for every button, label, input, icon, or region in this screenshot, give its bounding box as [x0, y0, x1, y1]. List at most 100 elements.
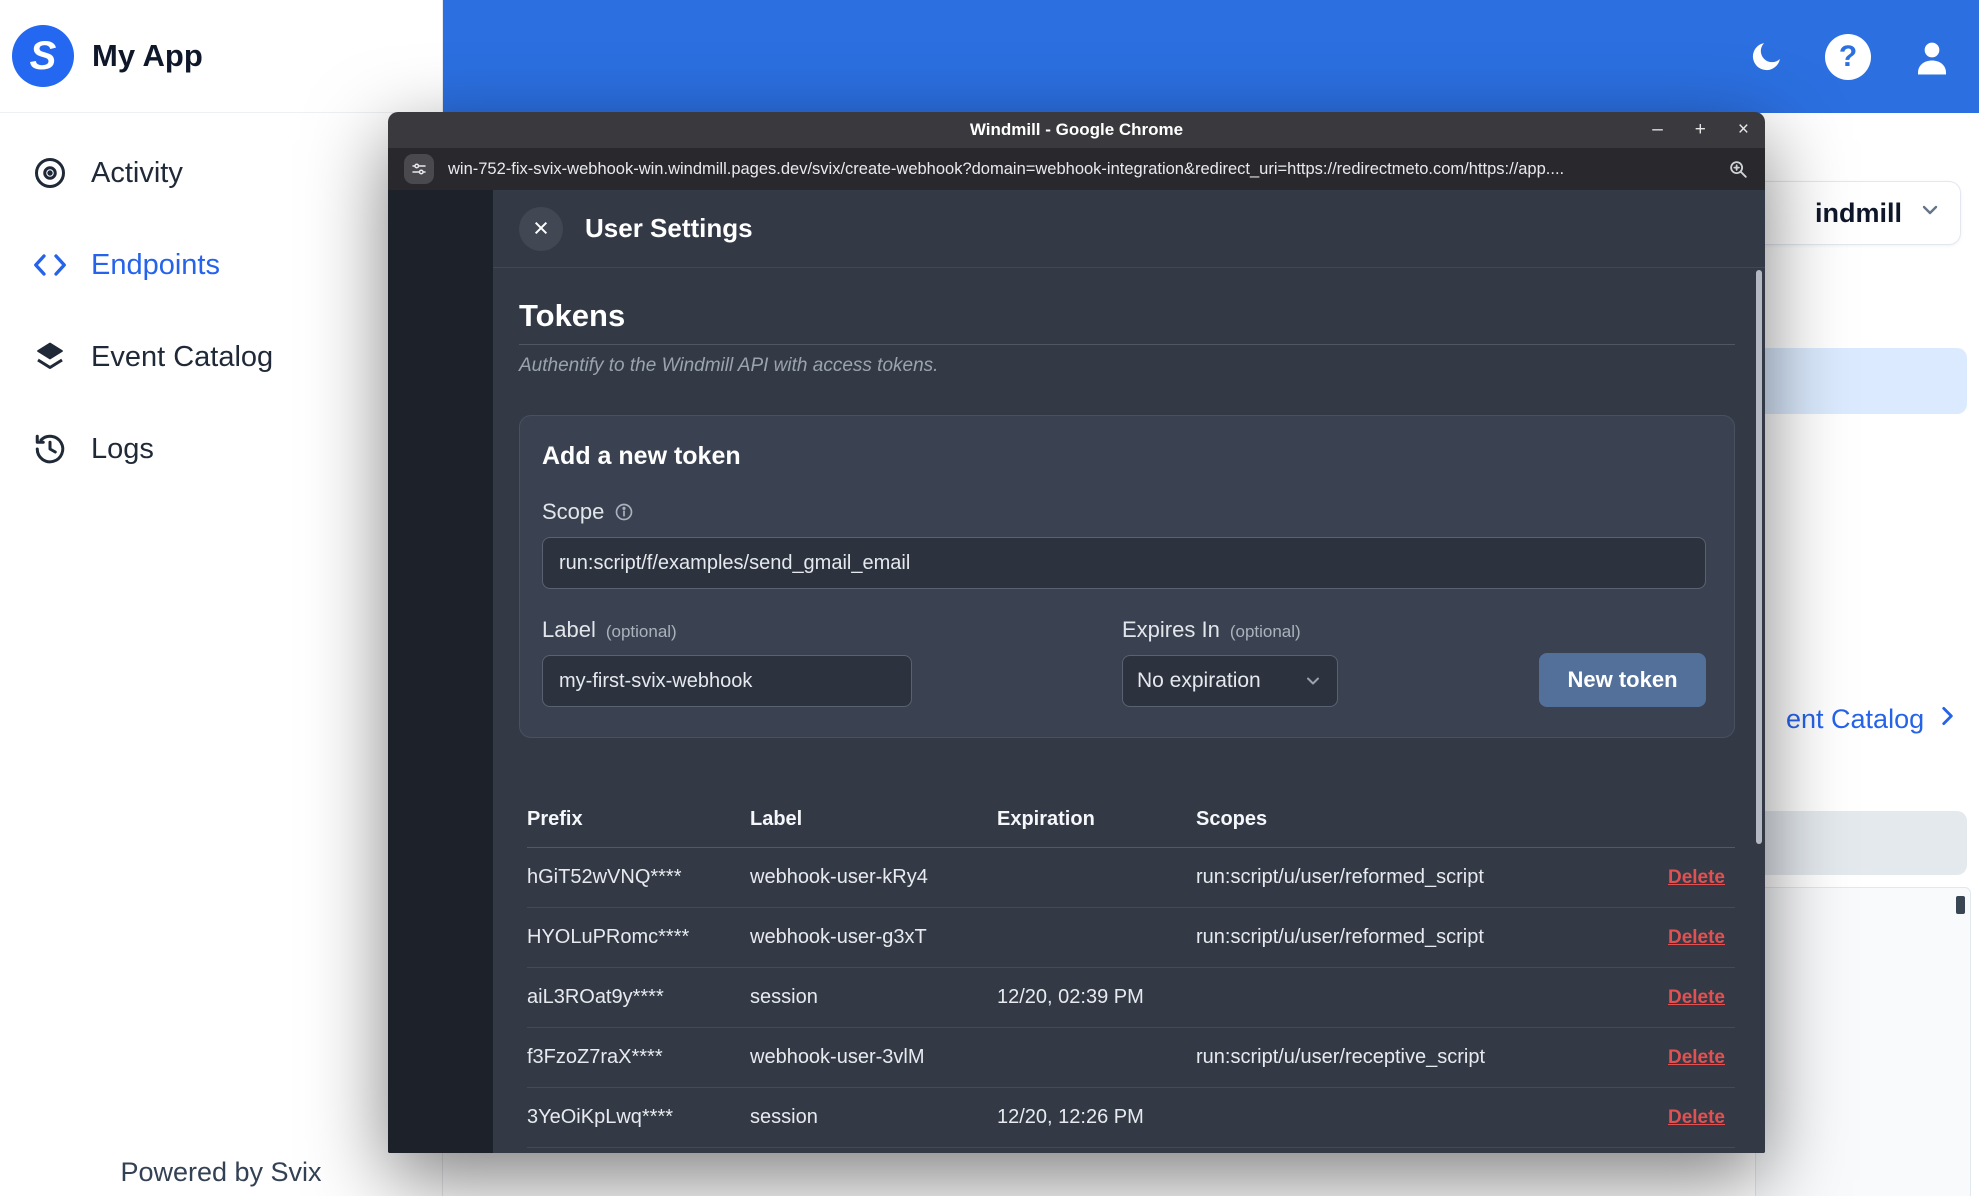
help-button[interactable]: ? — [1825, 33, 1871, 80]
col-label: Label — [750, 808, 803, 830]
token-expiration: 12/20, 12:26 PM — [997, 1106, 1144, 1128]
app-title: My App — [92, 38, 203, 73]
topbar: ? — [443, 0, 1979, 113]
drawer-scrollbar[interactable] — [1756, 270, 1762, 844]
zoom-search-icon[interactable] — [1727, 158, 1749, 180]
token-scopes: run:script/u/user/receptive_script — [1196, 1046, 1486, 1068]
info-icon — [614, 502, 634, 522]
table-row: HYOLuPRomc**** webhook-user-g3xT run:scr… — [527, 908, 1735, 968]
user-profile-icon[interactable] — [1911, 36, 1953, 78]
token-form-row: Label (optional) Expires In (optional) — [542, 589, 1706, 707]
event-catalog-link-label: ent Catalog — [1786, 704, 1925, 734]
drawer-body: Tokens Authentify to the Windmill API wi… — [493, 268, 1765, 1153]
panel-scroll-mark — [1956, 896, 1965, 914]
tokens-subtitle: Authentify to the Windmill API with acce… — [519, 355, 939, 376]
window-title: Windmill - Google Chrome — [969, 120, 1184, 139]
app-logo-icon: S — [12, 25, 74, 87]
sidebar-item-logs[interactable]: Logs — [0, 403, 442, 495]
token-label: session — [750, 1106, 818, 1128]
sidebar-item-label: Endpoints — [91, 248, 220, 281]
token-label: session — [750, 986, 818, 1008]
maximize-button[interactable]: + — [1695, 119, 1706, 141]
chrome-window: Windmill - Google Chrome – + × win-752-f… — [388, 112, 1765, 1153]
add-token-title: Add a new token — [542, 442, 741, 470]
muted-box — [1751, 811, 1967, 875]
highlight-box — [1751, 348, 1967, 414]
tokens-heading: Tokens — [519, 298, 626, 333]
minimize-button[interactable]: – — [1652, 119, 1663, 141]
token-prefix: aiL3ROat9y**** — [527, 986, 664, 1008]
token-label: webhook-user-kRy4 — [750, 866, 928, 888]
table-row: 3YeOiKpLwq**** session 12/20, 12:26 PM D… — [527, 1088, 1735, 1148]
sidebar-item-endpoints[interactable]: Endpoints — [0, 219, 442, 311]
address-input[interactable]: win-752-fix-svix-webhook-win.windmill.pa… — [448, 160, 1713, 179]
token-label: webhook-user-3vlM — [750, 1046, 925, 1068]
token-prefix: f3FzoZ7raX**** — [527, 1046, 663, 1068]
token-prefix: 3YeOiKpLwq**** — [527, 1106, 674, 1128]
sidebar-item-label: Event Catalog — [91, 340, 274, 373]
sidebar-item-label: Logs — [91, 432, 154, 465]
expires-label: Expires In (optional) — [1122, 617, 1301, 642]
site-settings-icon[interactable] — [404, 154, 434, 184]
sidebar-item-activity[interactable]: Activity — [0, 127, 442, 219]
delete-token-link[interactable]: Delete — [1668, 1047, 1725, 1068]
drawer-header: × User Settings — [493, 190, 1765, 268]
window-controls: – + × — [1652, 112, 1749, 148]
token-expiration: 12/20, 02:39 PM — [997, 986, 1144, 1008]
close-icon[interactable]: × — [519, 206, 563, 251]
close-window-button[interactable]: × — [1738, 119, 1749, 141]
sidebar: S My App Activity Endpoints Event Catalo… — [0, 0, 443, 1196]
col-expiration: Expiration — [997, 808, 1095, 830]
window-content: × User Settings Tokens Authentify to the… — [388, 190, 1765, 1153]
sidebar-item-label: Activity — [91, 156, 183, 189]
tokens-divider — [519, 344, 1735, 345]
expires-field: Expires In (optional) No expiration — [1122, 589, 1338, 707]
delete-token-link[interactable]: Delete — [1668, 1107, 1725, 1128]
sidebar-item-event-catalog[interactable]: Event Catalog — [0, 311, 442, 403]
table-row: hGiT52wVNQ**** webhook-user-kRy4 run:scr… — [527, 848, 1735, 908]
token-scopes: run:script/u/user/reformed_script — [1196, 866, 1484, 888]
chevron-down-icon — [1918, 198, 1942, 229]
label-field: Label (optional) — [542, 589, 912, 707]
token-scopes: run:script/u/user/reformed_script — [1196, 926, 1484, 948]
url-bar: win-752-fix-svix-webhook-win.windmill.pa… — [388, 148, 1765, 190]
event-catalog-link[interactable]: ent Catalog — [1786, 703, 1960, 736]
table-header-row: Prefix Label Expiration Scopes — [527, 792, 1735, 848]
chevron-down-icon — [1303, 671, 1323, 691]
page-backdrop — [388, 190, 493, 1153]
history-clock-icon — [31, 430, 69, 468]
sidebar-nav: Activity Endpoints Event Catalog Logs — [0, 113, 442, 495]
delete-token-link[interactable]: Delete — [1668, 867, 1725, 888]
chevron-right-icon — [1934, 703, 1960, 736]
sidebar-header: S My App — [0, 0, 442, 113]
token-prefix: hGiT52wVNQ**** — [527, 866, 682, 888]
label-input[interactable] — [542, 655, 912, 707]
scope-input[interactable] — [542, 537, 1706, 589]
window-titlebar[interactable]: Windmill - Google Chrome – + × — [388, 112, 1765, 148]
table-row: aiL3ROat9y**** session 12/20, 02:39 PM D… — [527, 968, 1735, 1028]
catalog-layers-icon — [31, 338, 69, 376]
new-token-button[interactable]: New token — [1539, 653, 1706, 707]
powered-by-svix: Powered by Svix — [120, 1157, 322, 1187]
drawer-title: User Settings — [585, 213, 753, 243]
workspace-dropdown[interactable]: indmill — [1741, 181, 1961, 245]
tokens-table: Prefix Label Expiration Scopes hGiT52wVN… — [519, 792, 1735, 1148]
scope-label: Scope — [542, 499, 1706, 525]
user-settings-drawer: × User Settings Tokens Authentify to the… — [493, 190, 1765, 1153]
code-brackets-icon — [31, 246, 69, 284]
activity-icon — [31, 154, 69, 192]
token-prefix: HYOLuPRomc**** — [527, 926, 690, 948]
col-scopes: Scopes — [1196, 808, 1268, 830]
screen: S My App Activity Endpoints Event Catalo… — [0, 0, 1979, 1196]
content-panel — [1755, 887, 1971, 1196]
dark-mode-toggle-icon[interactable] — [1747, 38, 1785, 76]
col-prefix: Prefix — [527, 808, 583, 830]
delete-token-link[interactable]: Delete — [1668, 927, 1725, 948]
expires-select-value: No expiration — [1137, 669, 1261, 692]
token-label: webhook-user-g3xT — [750, 926, 927, 948]
label-label: Label (optional) — [542, 617, 677, 642]
workspace-dropdown-label: indmill — [1815, 197, 1902, 228]
delete-token-link[interactable]: Delete — [1668, 987, 1725, 1008]
add-token-card: Add a new token Scope run:script/f/examp… — [519, 415, 1735, 738]
expires-select[interactable]: No expiration — [1122, 655, 1338, 707]
